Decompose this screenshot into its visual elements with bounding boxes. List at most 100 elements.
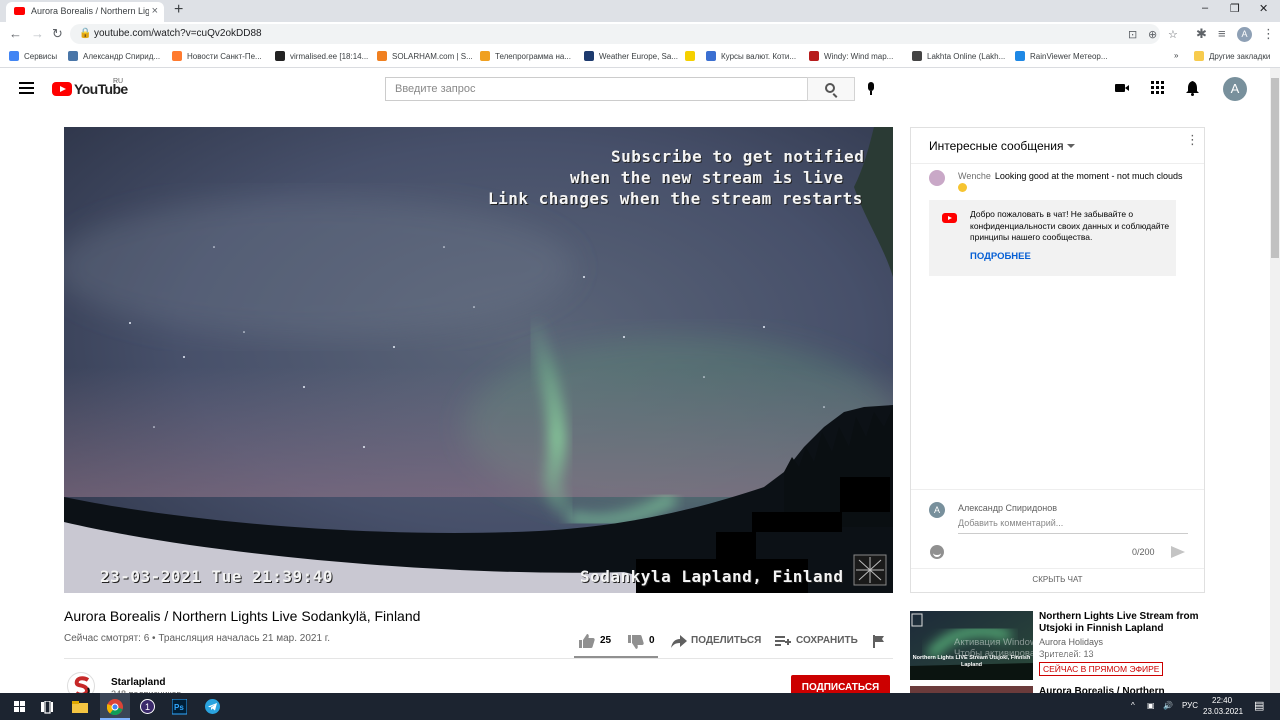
lock-icon[interactable]: 🔒 — [79, 28, 91, 39]
bookmark-label: Windy: Wind map... — [824, 52, 894, 61]
bookmark-star-icon[interactable]: ☆ — [1168, 28, 1178, 41]
bookmark-item[interactable]: Lakhta Online (Lakh... — [912, 51, 1005, 61]
windows-start-icon[interactable] — [14, 701, 26, 728]
telegram-icon[interactable] — [205, 699, 220, 726]
task-view-icon[interactable] — [41, 701, 53, 728]
learn-more-link[interactable]: ПОДРОБНЕЕ — [970, 251, 1031, 262]
tab-title: Aurora Borealis / Northern Lights Live — [31, 6, 149, 16]
bookmark-favicon-icon — [68, 51, 78, 61]
dislike-thumb-icon[interactable] — [627, 634, 645, 650]
youtube-header: YouTube RU Введите запрос A — [0, 68, 1270, 110]
back-arrow-icon[interactable]: ← — [9, 26, 22, 41]
zoom-icon[interactable]: ⊕ — [1148, 28, 1157, 41]
volume-icon[interactable]: 🔊 — [1163, 701, 1173, 710]
share-arrow-icon[interactable] — [671, 635, 687, 648]
bookmark-item[interactable]: Курсы валют. Коти... — [706, 51, 796, 61]
tab-close-icon[interactable]: × — [152, 5, 158, 17]
channel-name[interactable]: Starlapland — [111, 677, 165, 688]
emoji-picker-icon[interactable] — [930, 545, 944, 559]
chat-mode-dropdown[interactable]: Интересные сообщения — [929, 139, 1064, 153]
search-button[interactable] — [807, 77, 855, 101]
new-tab-button[interactable]: + — [174, 1, 183, 19]
bookmark-item[interactable]: Телепрограмма на... — [480, 51, 571, 61]
video-meta: Сейчас смотрят: 6 • Трансляция началась … — [64, 633, 330, 644]
apps-grid-icon[interactable] — [1151, 81, 1165, 95]
watermark-line-1: Активация Windows — [954, 637, 1042, 648]
bookmark-label: Телепрограмма на... — [495, 52, 571, 61]
bookmark-item[interactable]: Windy: Wind map... — [809, 51, 893, 61]
bookmark-item[interactable]: SOLARHAM.com | S... — [377, 51, 473, 61]
clock-date[interactable]: 23.03.2021 — [1203, 707, 1243, 716]
notifications-center-icon[interactable]: ▤ — [1254, 699, 1264, 712]
photoshop-icon[interactable]: Ps — [172, 699, 187, 726]
video-player[interactable]: Subscribe to get notified when the new s… — [64, 127, 893, 593]
recommendation-title[interactable]: Northern Lights Live Stream from Utsjoki… — [1039, 611, 1209, 635]
browser-toolbar: ← → ↻ 🔒 youtube.com/watch?v=cuQv2okDD88 … — [0, 22, 1280, 46]
chat-message: Wenche Looking good at the moment - not m… — [958, 170, 1188, 194]
user-avatar[interactable]: A — [1223, 77, 1247, 101]
youtube-play-icon — [52, 82, 72, 96]
file-explorer-icon[interactable] — [72, 701, 88, 728]
input-language[interactable]: РУС — [1182, 701, 1198, 710]
hide-chat-button[interactable]: СКРЫТЬ ЧАТ — [911, 568, 1204, 592]
install-app-icon[interactable]: ⊡ — [1128, 28, 1137, 41]
share-button[interactable]: ПОДЕЛИТЬСЯ — [691, 635, 761, 646]
tray-overflow-icon[interactable]: ^ — [1131, 701, 1135, 710]
reload-icon[interactable]: ↻ — [52, 26, 63, 42]
bookmark-item[interactable]: Александр Спирид... — [68, 51, 160, 61]
bookmark-item[interactable]: virmalised.ee [18:14... — [275, 51, 368, 61]
extensions-icon[interactable]: ✱ — [1196, 26, 1207, 42]
window-restore-button[interactable]: ❐ — [1230, 2, 1240, 15]
menu-hamburger-icon[interactable] — [19, 82, 34, 94]
dislike-count: 0 — [649, 635, 655, 646]
forward-arrow-icon[interactable]: → — [31, 26, 44, 41]
recommendation-title-2[interactable]: Aurora Borealis / Northern — [1039, 686, 1165, 693]
create-video-icon[interactable] — [1114, 81, 1130, 95]
bookmark-item[interactable] — [685, 51, 700, 61]
notifications-bell-icon[interactable] — [1186, 81, 1199, 96]
windows-activation-watermark: Активация Windows Чтобы активировать Win… — [954, 637, 1241, 659]
bookmark-label: Lakhta Online (Lakh... — [927, 52, 1006, 61]
scrollbar-thumb[interactable] — [1271, 78, 1279, 258]
browser-profile-avatar[interactable]: A — [1237, 27, 1252, 42]
window-minimize-button[interactable]: – — [1202, 2, 1208, 14]
chrome-taskbar-button[interactable] — [100, 693, 130, 720]
address-bar[interactable]: 🔒 youtube.com/watch?v=cuQv2okDD88 ⊡ ⊕ ☆ — [70, 24, 1178, 44]
window-close-button[interactable]: ✕ — [1259, 2, 1268, 15]
windows-taskbar: 1 Ps ^ ▣ 🔊 РУС 22:40 23.03.2021 ▤ — [0, 693, 1280, 720]
current-user-avatar: A — [929, 502, 945, 518]
bookmark-favicon-icon — [809, 51, 819, 61]
other-bookmarks-folder[interactable]: Другие закладки — [1194, 51, 1270, 61]
more-options-icon[interactable]: ⋮ — [1186, 133, 1199, 146]
like-count: 25 — [600, 635, 612, 646]
bookmark-item[interactable]: Weather Europe, Sa... — [584, 51, 678, 61]
save-button[interactable]: СОХРАНИТЬ — [796, 635, 858, 646]
browser-tab[interactable]: Aurora Borealis / Northern Lights Live × — [6, 2, 164, 22]
clock-time[interactable]: 22:40 — [1212, 696, 1232, 705]
chrome-icon — [107, 699, 123, 715]
report-flag-icon[interactable] — [873, 635, 885, 648]
page-scrollbar[interactable] — [1270, 68, 1280, 693]
live-now-badge: СЕЙЧАС В ПРЯМОМ ЭФИРЕ — [1039, 662, 1164, 676]
recommendation-thumbnail-2[interactable] — [910, 686, 1033, 693]
tray-app-icon[interactable]: ▣ — [1147, 701, 1155, 710]
chevron-down-icon[interactable] — [1067, 144, 1075, 148]
media-controls-icon[interactable]: ≡ — [1218, 26, 1226, 41]
chat-comment-input[interactable]: Добавить комментарий... — [958, 518, 1188, 534]
browser-menu-icon[interactable]: ⋮ — [1262, 26, 1275, 42]
search-input[interactable]: Введите запрос — [385, 77, 808, 101]
bookmark-item[interactable]: Новости Санкт-Пе... — [172, 51, 262, 61]
video-overlay-line-3: Link changes when the stream restarts — [488, 189, 863, 208]
save-playlist-icon[interactable] — [775, 636, 791, 648]
message-author: Wenche — [958, 171, 991, 181]
bookmark-item[interactable]: Сервисы — [9, 51, 57, 61]
voice-search-mic-icon[interactable] — [867, 82, 875, 95]
bookmark-item[interactable]: RainViewer Метеор... — [1015, 51, 1108, 61]
app-pinned-icon[interactable]: 1 — [140, 699, 155, 726]
like-thumb-icon[interactable] — [578, 633, 596, 649]
send-icon[interactable] — [1171, 546, 1185, 558]
youtube-icon — [942, 213, 957, 223]
bookmarks-overflow-chevron-icon[interactable]: » — [1174, 51, 1178, 60]
video-overlay-line-2: when the new stream is live — [570, 168, 844, 187]
bookmark-label: Александр Спирид... — [83, 52, 161, 61]
